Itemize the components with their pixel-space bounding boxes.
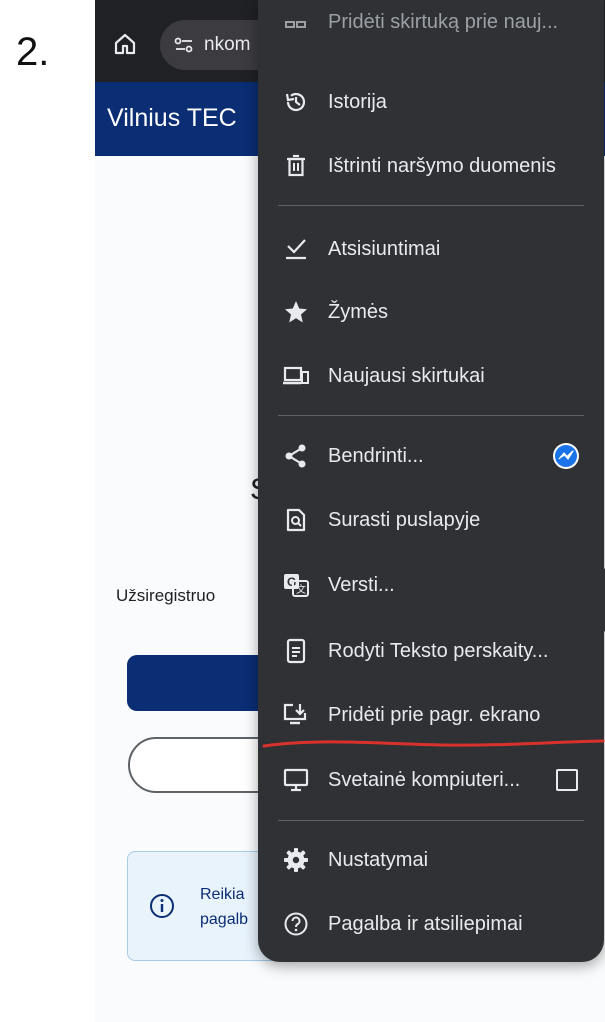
menu-item-label: Atsisiuntimai	[328, 237, 441, 260]
trash-icon	[282, 152, 310, 180]
messenger-icon[interactable]	[552, 442, 580, 470]
menu-item-label: Pagalba ir atsiliepimai	[328, 912, 523, 935]
step-number: 2.	[16, 30, 50, 74]
menu-item-label: Naujausi skirtukai	[328, 364, 485, 387]
menu-item-label: Pridėti skirtuką prie nauj...	[328, 11, 559, 33]
desktop-icon	[282, 766, 310, 794]
menu-item-label: Svetainė kompiuteri...	[328, 768, 521, 791]
menu-item-label: Nustatymai	[328, 848, 429, 871]
menu-item-find-in-page[interactable]: Surasti puslapyje	[258, 492, 604, 548]
menu-item-reader[interactable]: Rodyti Teksto perskaity...	[258, 623, 604, 679]
menu-item-recent-tabs[interactable]: Naujausi skirtukai	[258, 348, 604, 404]
translate-icon: G 文	[282, 571, 310, 599]
svg-text:文: 文	[296, 583, 306, 596]
site-settings-icon[interactable]	[172, 32, 198, 58]
reader-icon	[282, 637, 310, 665]
menu-item-label: Pridėti prie pagr. ekrano	[328, 703, 541, 726]
tab-grid-icon	[282, 14, 310, 42]
menu-item-label: Ištrinti naršymo duomenis	[328, 154, 556, 177]
info-text-line-2: pagalb	[200, 911, 249, 928]
menu-divider	[278, 205, 584, 206]
menu-divider	[278, 820, 584, 821]
menu-item-label: Rodyti Teksto perskaity...	[328, 639, 549, 662]
menu-item-label: Versti...	[328, 573, 395, 596]
menu-item-desktop-site[interactable]: Svetainė kompiuteri...	[258, 752, 604, 808]
star-icon	[282, 298, 310, 326]
red-underline-annotation	[262, 739, 605, 748]
home-icon	[114, 33, 136, 55]
menu-item-label: Žymės	[328, 300, 388, 323]
overflow-menu: Pridėti skirtuką prie nauj... Istorija I…	[258, 0, 604, 962]
menu-item-add-tab-partial[interactable]: Pridėti skirtuką prie nauj...	[258, 4, 604, 40]
menu-item-clear-data[interactable]: Ištrinti naršymo duomenis	[258, 138, 604, 194]
menu-item-label: Surasti puslapyje	[328, 508, 481, 531]
help-icon	[282, 910, 310, 938]
menu-item-share[interactable]: Bendrinti...	[258, 428, 604, 484]
info-text: Reikia pagalb	[200, 882, 248, 932]
menu-item-label: Istorija	[328, 90, 387, 113]
menu-item-history[interactable]: Istorija	[258, 74, 604, 130]
menu-item-translate[interactable]: G 文 Versti...	[258, 557, 604, 613]
menu-item-downloads[interactable]: Atsisiuntimai	[258, 221, 604, 277]
info-text-line-1: Reikia	[200, 886, 245, 903]
menu-item-settings[interactable]: Nustatymai	[258, 832, 604, 888]
url-text: nkom	[204, 34, 251, 55]
history-icon	[282, 88, 310, 116]
info-icon	[150, 894, 174, 918]
site-title[interactable]: Vilnius TEC	[107, 104, 237, 133]
menu-item-help[interactable]: Pagalba ir atsiliepimai	[258, 896, 604, 952]
download-icon	[282, 235, 310, 263]
menu-item-label: Bendrinti...	[328, 444, 424, 467]
gear-icon	[282, 846, 310, 874]
devices-icon	[282, 362, 310, 390]
register-text: Užsiregistruo	[116, 586, 216, 605]
menu-divider	[278, 415, 584, 416]
home-button[interactable]	[107, 26, 143, 62]
add-to-home-screen-icon	[282, 701, 310, 729]
desktop-site-checkbox[interactable]	[556, 769, 578, 791]
menu-item-bookmarks[interactable]: Žymės	[258, 284, 604, 340]
find-in-page-icon	[282, 506, 310, 534]
share-icon	[282, 442, 310, 470]
